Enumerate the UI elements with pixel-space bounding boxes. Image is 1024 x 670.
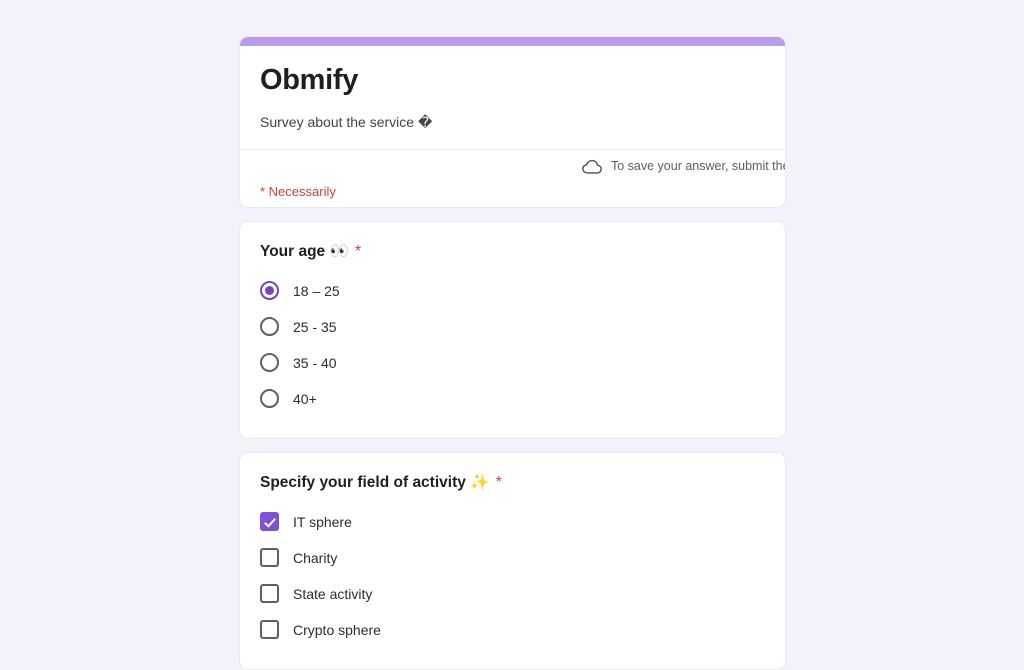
checkbox-option-state-activity[interactable]: State activity bbox=[260, 577, 765, 611]
radio-option-18-25[interactable]: 18 – 25 bbox=[260, 274, 765, 308]
form-header-body: Obmify Survey about the service � bbox=[240, 46, 785, 149]
eyes-emoji: 👀 bbox=[325, 242, 354, 260]
form-header-footer: To save your answer, submit the form * N… bbox=[240, 150, 785, 207]
form-description: Survey about the service � bbox=[260, 114, 433, 131]
checkbox-icon[interactable] bbox=[260, 620, 279, 640]
checkbox-icon[interactable] bbox=[260, 584, 279, 604]
question-title-activity-text: Specify your field of activity bbox=[260, 473, 466, 491]
save-answer-text: To save your answer, submit the form bbox=[611, 158, 785, 173]
checkbox-option-charity[interactable]: Charity bbox=[260, 541, 765, 575]
question-title-activity: Specify your field of activity ✨ * bbox=[260, 473, 765, 493]
checkbox-icon[interactable] bbox=[260, 548, 279, 568]
sparkles-emoji: ✨ bbox=[465, 473, 494, 491]
required-star-activity: * bbox=[495, 473, 502, 491]
radio-icon[interactable] bbox=[260, 353, 279, 373]
radio-icon[interactable] bbox=[260, 389, 279, 409]
question-card-age: Your age 👀 * 18 – 25 25 - 35 35 - 40 40+ bbox=[239, 220, 786, 439]
accent-bar bbox=[240, 37, 785, 46]
question-title-age: Your age 👀 * bbox=[260, 242, 765, 262]
checkbox-label: Crypto sphere bbox=[293, 621, 381, 638]
required-legend: * Necessarily bbox=[260, 183, 336, 199]
checkbox-label: IT sphere bbox=[293, 513, 352, 530]
checkbox-icon-checked[interactable] bbox=[260, 512, 279, 532]
radio-icon[interactable] bbox=[260, 317, 279, 337]
save-answer-note: To save your answer, submit the form bbox=[581, 157, 785, 175]
radio-label: 35 - 40 bbox=[293, 354, 337, 371]
form-container: Obmify Survey about the service � To sav… bbox=[239, 0, 786, 670]
radio-label: 25 - 35 bbox=[293, 318, 337, 335]
checkbox-label: State activity bbox=[293, 585, 373, 602]
radio-label: 40+ bbox=[293, 390, 317, 407]
radio-icon-selected[interactable] bbox=[260, 281, 279, 301]
radio-option-35-40[interactable]: 35 - 40 bbox=[260, 346, 765, 380]
radio-label: 18 – 25 bbox=[293, 282, 340, 299]
radio-option-25-35[interactable]: 25 - 35 bbox=[260, 310, 765, 344]
question-title-age-text: Your age bbox=[260, 242, 326, 260]
required-star-age: * bbox=[355, 242, 362, 260]
radio-option-40-plus[interactable]: 40+ bbox=[260, 382, 765, 416]
form-title: Obmify bbox=[260, 64, 359, 96]
cloud-icon bbox=[581, 157, 603, 175]
checkbox-label: Charity bbox=[293, 549, 338, 566]
checkbox-option-crypto-sphere[interactable]: Crypto sphere bbox=[260, 613, 765, 647]
form-header-card: Obmify Survey about the service � To sav… bbox=[239, 36, 786, 208]
checkbox-option-it-sphere[interactable]: IT sphere bbox=[260, 505, 765, 539]
question-card-activity: Specify your field of activity ✨ * IT sp… bbox=[239, 451, 786, 670]
